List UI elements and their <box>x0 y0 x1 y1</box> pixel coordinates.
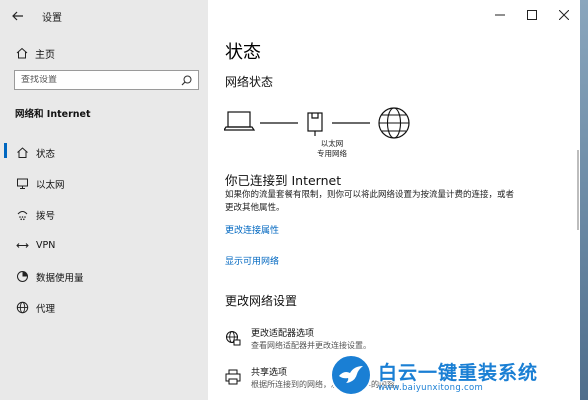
scrollbar[interactable] <box>577 150 579 230</box>
main-content: 状态 网络状态 以太网 专用网络 你已连接到 Internet 如果你的流量套餐… <box>208 0 580 400</box>
app-title: 设置 <box>42 12 62 24</box>
sidebar-item-status[interactable]: 状态 <box>0 137 208 168</box>
nav-list: 状态 以太网 拨号 VPN 数据使用量 代理 <box>0 137 208 323</box>
sidebar-item-label: 以太网 <box>36 179 65 191</box>
home-nav-item[interactable]: 主页 <box>0 42 208 64</box>
search-input[interactable] <box>15 75 175 85</box>
watermark-text: 白云一键重装系统 www.baiyunxitong.com <box>378 358 538 393</box>
bird-logo-icon <box>330 354 372 396</box>
maximize-button[interactable] <box>516 0 548 30</box>
adapter-globe-icon <box>226 331 241 346</box>
watermark-brand: 白云一键重装系统 <box>378 361 539 384</box>
connected-description: 如果你的流量套餐有限制，则你可以将此网络设置为按流量计费的连接，或者更改其他属性… <box>225 190 515 213</box>
watermark: 白云一键重装系统 www.baiyunxitong.com <box>330 353 580 397</box>
ethernet-caption: 以太网 专用网络 <box>314 139 350 159</box>
show-available-networks-link[interactable]: 显示可用网络 <box>225 254 279 267</box>
back-button[interactable] <box>0 0 36 32</box>
home-status-icon <box>15 146 29 160</box>
maximize-icon <box>527 10 537 20</box>
ethernet-caption-line1: 以太网 <box>320 139 344 148</box>
search-box[interactable] <box>14 70 199 90</box>
close-icon <box>559 10 569 20</box>
section-header: 网络和 Internet <box>15 109 91 120</box>
page-title: 状态 <box>225 42 261 63</box>
minimize-button[interactable] <box>484 0 516 30</box>
home-label: 主页 <box>35 49 55 61</box>
change-network-settings-title: 更改网络设置 <box>225 294 298 308</box>
internet-globe-icon <box>378 107 410 139</box>
back-arrow-icon <box>12 11 23 21</box>
ethernet-caption-line2: 专用网络 <box>317 149 347 158</box>
sidebar-item-label: 拨号 <box>36 210 56 222</box>
connected-title: 你已连接到 Internet <box>225 173 342 188</box>
sidebar: 设置 主页 网络和 Internet <box>0 0 208 400</box>
sidebar-item-vpn[interactable]: VPN <box>0 230 208 261</box>
sidebar-item-label: 数据使用量 <box>36 272 84 284</box>
sidebar-item-label: VPN <box>36 240 56 251</box>
sidebar-item-ethernet[interactable]: 以太网 <box>0 168 208 199</box>
search-icon[interactable] <box>181 75 192 86</box>
sidebar-item-label: 代理 <box>36 303 56 315</box>
laptop-icon <box>222 111 256 131</box>
globe-icon <box>15 301 29 315</box>
settings-window: 设置 主页 网络和 Internet <box>0 0 588 400</box>
network-diagram-graphic <box>222 107 410 139</box>
change-connection-properties-link[interactable]: 更改连接属性 <box>225 223 279 236</box>
ethernet-icon <box>15 177 29 191</box>
home-icon <box>15 46 29 60</box>
window-controls <box>484 0 580 32</box>
minimize-icon <box>495 14 505 16</box>
sidebar-item-proxy[interactable]: 代理 <box>0 292 208 323</box>
dialup-icon <box>15 208 29 222</box>
sidebar-item-data-usage[interactable]: 数据使用量 <box>0 261 208 292</box>
desktop-background <box>580 0 588 400</box>
sidebar-item-dialup[interactable]: 拨号 <box>0 199 208 230</box>
network-status-title: 网络状态 <box>225 75 274 89</box>
ethernet-port-icon <box>307 112 323 136</box>
data-usage-icon <box>15 270 29 284</box>
setting-title: 更改适配器选项 <box>251 329 315 339</box>
close-button[interactable] <box>548 0 580 30</box>
sidebar-item-label: 状态 <box>36 148 56 160</box>
vpn-icon <box>15 239 29 253</box>
network-diagram: 以太网 专用网络 <box>222 103 424 165</box>
setting-description: 查看网络适配器并更改连接设置。 <box>251 341 371 350</box>
sharing-printer-icon <box>225 369 241 385</box>
titlebar-left: 设置 <box>0 0 208 32</box>
